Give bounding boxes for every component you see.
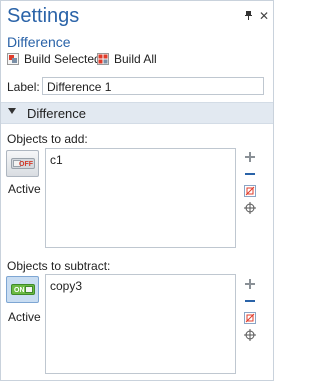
list-item[interactable]: c1: [50, 153, 63, 167]
subtract-active-label: Active: [8, 310, 41, 324]
remove-icon[interactable]: [244, 168, 256, 180]
remove-icon[interactable]: [244, 295, 256, 307]
add-icon[interactable]: [244, 151, 256, 163]
toggle-state-text: ON: [14, 287, 25, 294]
build-selected-label: Build Selected: [24, 52, 101, 66]
add-icon[interactable]: [244, 278, 256, 290]
node-subtitle: Difference: [7, 34, 71, 50]
difference-section-header[interactable]: Difference: [1, 102, 273, 124]
label-input[interactable]: Difference 1: [42, 77, 264, 95]
clear-selection-icon[interactable]: [244, 312, 256, 324]
toggle-state-text: OFF: [19, 161, 33, 168]
label-caption: Label:: [7, 80, 40, 94]
toggle-switch-icon: ON: [11, 284, 35, 295]
window-title: Settings: [7, 5, 80, 27]
zoom-to-selection-icon[interactable]: [244, 329, 256, 341]
settings-window: Settings ✕ Difference Build Selected Bui…: [0, 0, 274, 381]
add-active-label: Active: [8, 182, 41, 196]
objects-to-subtract-list[interactable]: copy3: [45, 274, 236, 374]
section-title: Difference: [27, 106, 87, 121]
build-all-icon: [97, 53, 109, 65]
build-selected-icon: [7, 53, 19, 65]
objects-to-add-list[interactable]: c1: [45, 148, 236, 248]
list-item[interactable]: copy3: [50, 279, 82, 293]
objects-to-subtract-label: Objects to subtract:: [7, 259, 111, 273]
toggle-switch-icon: OFF: [11, 158, 35, 169]
zoom-to-selection-icon[interactable]: [244, 202, 256, 214]
clear-selection-icon[interactable]: [244, 185, 256, 197]
add-active-toggle[interactable]: OFF: [6, 150, 39, 177]
objects-to-add-label: Objects to add:: [7, 132, 88, 146]
subtract-active-toggle[interactable]: ON: [6, 276, 39, 303]
build-selected-button[interactable]: Build Selected: [7, 52, 101, 66]
collapse-caret-icon[interactable]: [8, 108, 16, 114]
build-all-label: Build All: [114, 52, 157, 66]
label-row: Label: Difference 1: [1, 77, 273, 97]
build-all-button[interactable]: Build All: [97, 52, 157, 66]
pin-icon[interactable]: [245, 11, 252, 20]
close-icon[interactable]: ✕: [259, 9, 269, 23]
